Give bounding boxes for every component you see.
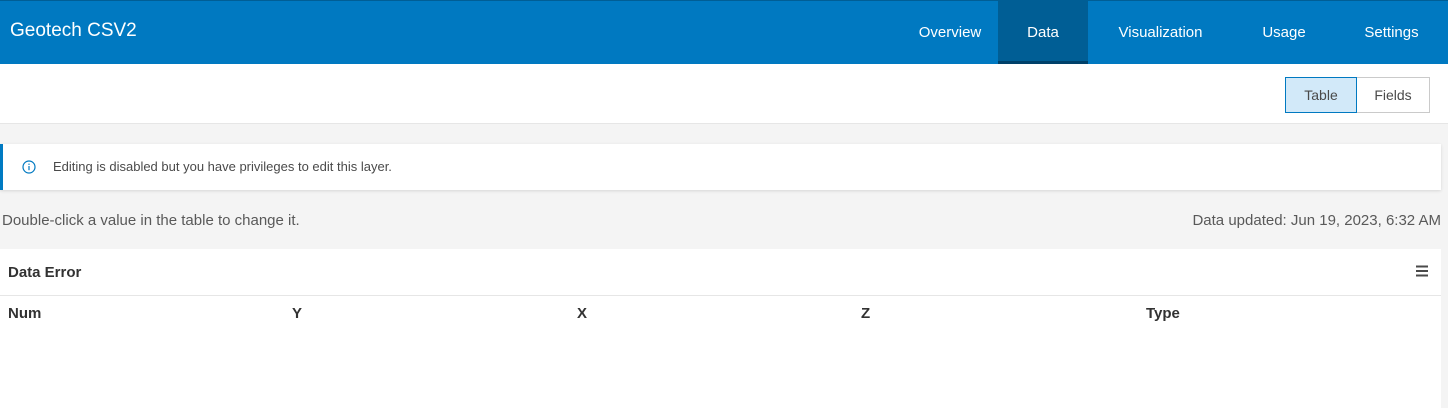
table-view-button[interactable]: Table [1285, 77, 1357, 113]
table-header: Data Error [0, 249, 1441, 296]
tab-data[interactable]: Data [998, 1, 1088, 64]
column-header-y[interactable]: Y [292, 305, 302, 322]
column-header-num[interactable]: Num [8, 305, 41, 322]
data-table: Data Error Num Y X Z Type [0, 249, 1441, 408]
table-title: Data Error [8, 264, 82, 281]
hamburger-menu-icon[interactable] [1415, 264, 1429, 278]
view-toolbar: Table Fields [0, 64, 1448, 124]
editing-notice: Editing is disabled but you have privile… [0, 144, 1441, 190]
data-updated-timestamp: Data updated: Jun 19, 2023, 6:32 AM [1192, 212, 1441, 229]
tab-usage[interactable]: Usage [1233, 1, 1335, 64]
column-header-x[interactable]: X [577, 305, 587, 322]
info-icon [22, 160, 36, 174]
fields-view-button[interactable]: Fields [1357, 77, 1430, 113]
column-header-type[interactable]: Type [1146, 305, 1180, 322]
edit-hint: Double-click a value in the table to cha… [2, 212, 300, 229]
tab-settings[interactable]: Settings [1335, 1, 1448, 64]
nav-tabs: Overview Data Visualization Usage Settin… [902, 1, 1448, 65]
top-navigation-bar: Geotech CSV2 Overview Data Visualization… [0, 0, 1448, 64]
view-toggle-group: Table Fields [1285, 77, 1430, 113]
app-title: Geotech CSV2 [10, 20, 137, 41]
column-header-z[interactable]: Z [861, 305, 870, 322]
tab-overview[interactable]: Overview [902, 1, 998, 64]
notice-text: Editing is disabled but you have privile… [53, 159, 392, 174]
tab-visualization[interactable]: Visualization [1088, 1, 1233, 64]
